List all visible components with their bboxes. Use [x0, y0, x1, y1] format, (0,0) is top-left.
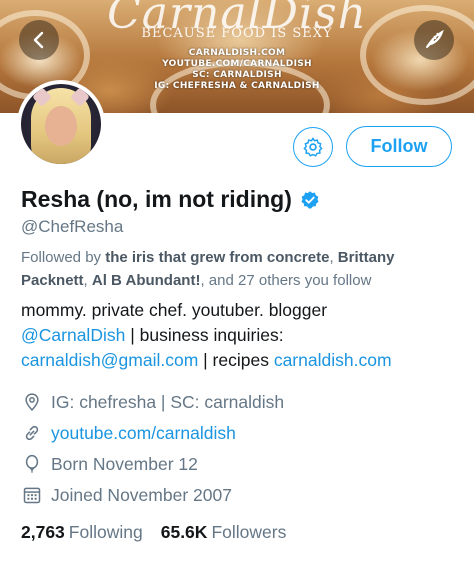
verified-badge-icon	[300, 190, 320, 210]
settings-button[interactable]	[293, 127, 333, 167]
bio-line: mommy. private chef. youtuber. blogger	[21, 300, 328, 320]
following-count: 2,763	[21, 522, 65, 542]
banner-line: YOUTUBE.COM/CARNALDISH	[162, 59, 312, 69]
followers-stat[interactable]: 65.6K Followers	[161, 522, 287, 543]
follow-stats: 2,763 Following 65.6K Followers	[21, 522, 304, 543]
avatar-face	[45, 106, 77, 146]
calendar-icon	[21, 484, 43, 506]
banner-line: SC: CARNALDISH	[192, 70, 282, 80]
bio-text: | recipes	[198, 350, 274, 370]
profile-website-link[interactable]: youtube.com/carnaldish	[51, 423, 236, 444]
user-handle: @ChefResha	[21, 217, 124, 236]
feather-compose-icon	[426, 29, 444, 48]
back-button[interactable]	[19, 20, 59, 60]
followed-by-suffix: , and 27 others you follow	[200, 272, 372, 289]
followers-label: Followers	[211, 522, 287, 542]
balloon-icon	[21, 453, 43, 475]
compose-tweet-button[interactable]	[414, 20, 454, 60]
followed-by-text[interactable]: Followed by the iris that grew from conc…	[21, 246, 461, 292]
joined-text: Joined November 2007	[51, 484, 232, 505]
chevron-left-icon	[33, 31, 44, 49]
followed-by-prefix: Followed by	[21, 249, 106, 266]
follower-name[interactable]: the iris that grew from concrete	[105, 249, 329, 266]
birthday-row: Born November 12	[21, 453, 198, 475]
birthday-text: Born November 12	[51, 453, 198, 474]
followers-count: 65.6K	[160, 522, 208, 542]
location-row: IG: chefresha | SC: carnaldish	[21, 391, 284, 413]
separator: ,	[83, 272, 92, 289]
display-name: Resha (no, im not riding)	[21, 186, 292, 212]
bio-line: @CarnalDish | business inquiries:	[21, 323, 461, 348]
follower-name[interactable]: Al B Abundant!	[92, 272, 201, 289]
following-stat[interactable]: 2,763 Following	[21, 522, 143, 543]
separator: ,	[329, 249, 338, 266]
website-row: youtube.com/carnaldish	[21, 422, 236, 444]
location-text: IG: chefresha | SC: carnaldish	[51, 391, 285, 412]
gear-icon	[303, 137, 323, 157]
website-link[interactable]: carnaldish.com	[274, 350, 392, 370]
banner-tagline: BECAUSE FOOD IS SEXY	[141, 26, 333, 41]
bio-text: | business inquiries:	[125, 325, 284, 345]
mention-link[interactable]: @CarnalDish	[21, 325, 125, 345]
follow-button[interactable]: Follow	[346, 126, 452, 167]
joined-row: Joined November 2007	[21, 484, 232, 506]
banner-line: CARNALDISH.COM	[188, 48, 286, 58]
link-icon	[21, 422, 43, 444]
email-link[interactable]: carnaldish@gmail.com	[21, 350, 198, 370]
profile-bio: mommy. private chef. youtuber. blogger @…	[21, 298, 461, 373]
avatar-image	[21, 84, 101, 164]
location-pin-icon	[21, 391, 43, 413]
bio-line: carnaldish@gmail.com | recipes carnaldis…	[21, 348, 461, 373]
following-label: Following	[68, 522, 143, 542]
profile-avatar[interactable]	[17, 80, 105, 168]
name-row: Resha (no, im not riding)	[21, 186, 320, 213]
